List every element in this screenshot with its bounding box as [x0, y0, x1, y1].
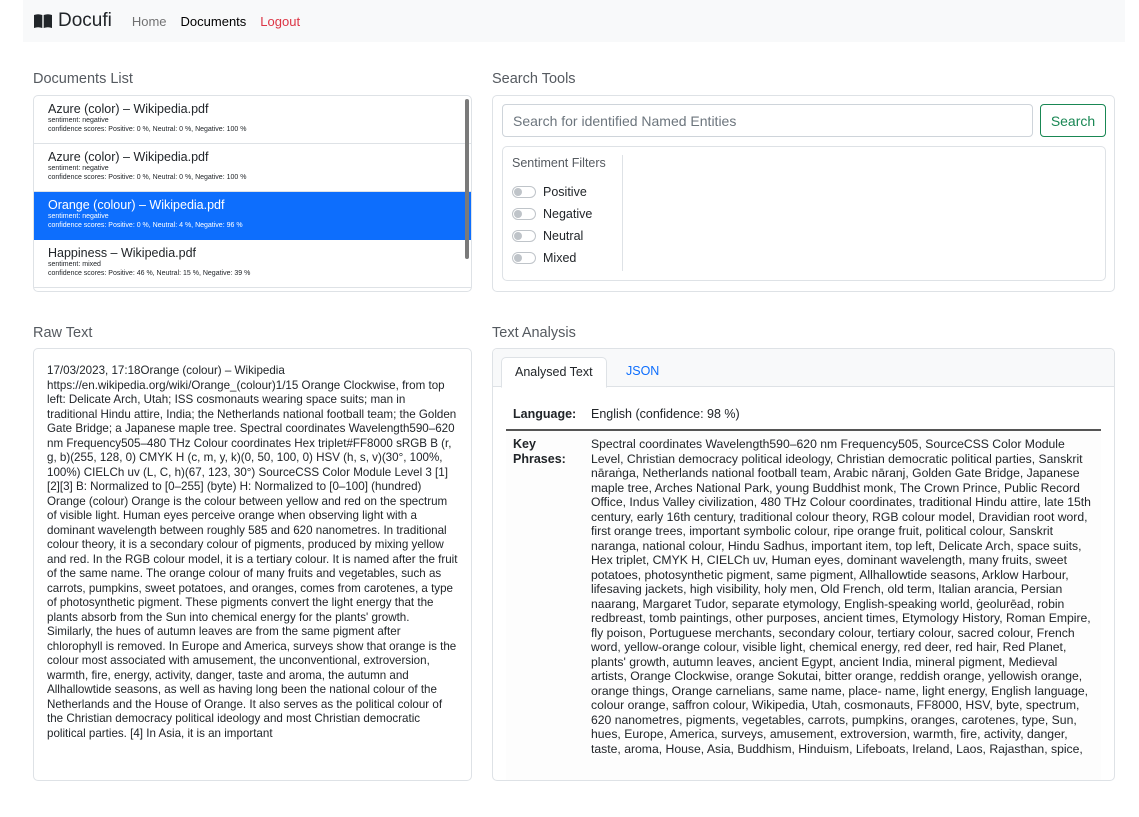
- raw-text-panel[interactable]: 17/03/2023, 17:18Orange (colour) – Wikip…: [33, 348, 472, 781]
- toggle-switch[interactable]: [512, 208, 536, 220]
- document-scores: confidence scores: Positive: 46 %, Neutr…: [48, 269, 251, 277]
- toggle-switch[interactable]: [512, 230, 536, 242]
- raw-text-content: 17/03/2023, 17:18Orange (colour) – Wikip…: [47, 364, 458, 740]
- search-button[interactable]: Search: [1040, 104, 1106, 137]
- document-name: Azure (color) – Wikipedia.pdf: [48, 150, 209, 164]
- document-name: Orange (colour) – Wikipedia.pdf: [48, 198, 225, 212]
- tab-analysed-text[interactable]: Analysed Text: [501, 357, 607, 388]
- filter-positive[interactable]: Positive: [512, 185, 587, 199]
- documents-list: Azure (color) – Wikipedia.pdf sentiment:…: [33, 95, 472, 292]
- filters-divider: [622, 155, 623, 271]
- toggle-switch[interactable]: [512, 186, 536, 198]
- document-item[interactable]: Azure (color) – Wikipedia.pdf sentiment:…: [34, 144, 471, 192]
- key-phrases-value: Spectral coordinates Wavelength590–620 n…: [591, 437, 1091, 756]
- filter-negative[interactable]: Negative: [512, 207, 592, 221]
- document-sentiment: sentiment: negative: [48, 165, 109, 172]
- search-tools-title: Search Tools: [492, 71, 576, 87]
- sentiment-filters-title: Sentiment Filters: [512, 156, 606, 170]
- document-sentiment: sentiment: negative: [48, 213, 109, 220]
- filter-neutral[interactable]: Neutral: [512, 229, 583, 243]
- document-name: Azure (color) – Wikipedia.pdf: [48, 102, 209, 116]
- brand[interactable]: Docufi: [33, 10, 112, 32]
- document-name: Happiness – Wikipedia.pdf: [48, 246, 196, 260]
- toggle-switch[interactable]: [512, 252, 536, 264]
- document-scores: confidence scores: Positive: 0 %, Neutra…: [48, 173, 247, 181]
- documents-list-title: Documents List: [33, 71, 133, 87]
- document-sentiment: sentiment: mixed: [48, 261, 101, 268]
- nav-documents-link[interactable]: Documents: [181, 14, 247, 29]
- document-item[interactable]: Azure (color) – Wikipedia.pdf sentiment:…: [34, 96, 471, 144]
- language-label: Language:: [513, 407, 577, 421]
- filter-label: Positive: [543, 185, 587, 199]
- text-analysis-panel: Analysed Text JSON Language: English (co…: [492, 348, 1115, 781]
- analysis-tabs: Analysed Text JSON: [493, 349, 1114, 388]
- book-icon: [34, 14, 52, 28]
- filter-label: Neutral: [543, 229, 584, 243]
- documents-scrollbar[interactable]: [465, 99, 469, 259]
- document-sentiment: sentiment: negative: [48, 117, 109, 124]
- raw-text-title: Raw Text: [33, 325, 93, 341]
- filter-label: Mixed: [543, 251, 577, 265]
- brand-name: Docufi: [58, 10, 112, 31]
- language-row: Language: English (confidence: 98 %): [513, 407, 740, 421]
- filter-label: Negative: [543, 207, 593, 221]
- nav-home-link[interactable]: Home: [132, 14, 167, 29]
- nav-logout-link[interactable]: Logout: [260, 14, 300, 29]
- document-item-selected[interactable]: Orange (colour) – Wikipedia.pdf sentimen…: [34, 192, 471, 240]
- search-tools-panel: Search Sentiment Filters Positive Negati…: [492, 95, 1115, 292]
- top-navbar: Docufi Home Documents Logout: [23, 0, 1125, 42]
- language-value: English (confidence: 98 %): [591, 407, 740, 421]
- search-input[interactable]: [502, 104, 1033, 137]
- tab-json[interactable]: JSON: [613, 357, 672, 388]
- document-item[interactable]: Happiness – Wikipedia.pdf sentiment: mix…: [34, 240, 471, 288]
- filter-mixed[interactable]: Mixed: [512, 251, 576, 265]
- key-phrases-label: Key Phrases:: [513, 437, 566, 466]
- sentiment-filters-box: Sentiment Filters Positive Negative Neut…: [502, 146, 1106, 281]
- text-analysis-title: Text Analysis: [492, 325, 576, 341]
- document-scores: confidence scores: Positive: 0 %, Neutra…: [48, 125, 247, 133]
- document-scores: confidence scores: Positive: 0 %, Neutra…: [48, 221, 243, 229]
